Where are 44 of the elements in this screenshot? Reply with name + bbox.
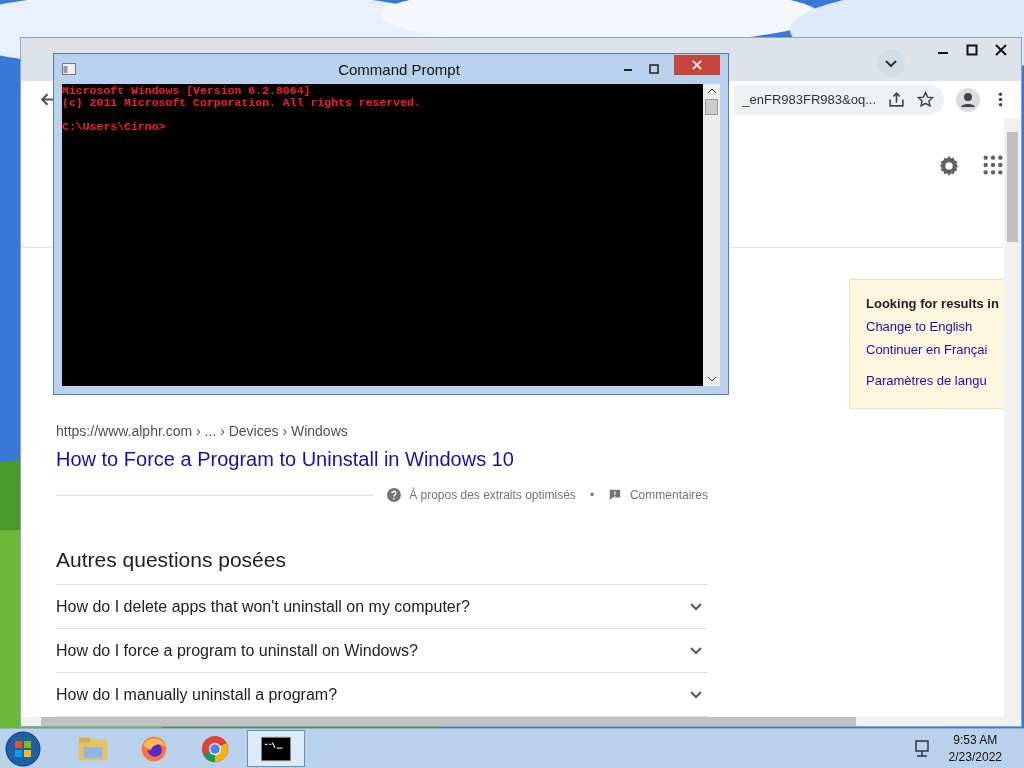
feedback-link[interactable]: Commentaires: [629, 488, 708, 502]
result-url: https://www.alphr.com › ... › Devices › Windows: [56, 423, 349, 439]
window-title: Command Prompt: [337, 60, 461, 78]
console-line: Microsoft Windows [Version 6.2.8064]: [62, 85, 312, 97]
question-item[interactable]: How do I delete apps that won't uninstall on my computer?: [56, 585, 708, 629]
back-icon[interactable]: [39, 91, 56, 108]
console-scrollbar[interactable]: [703, 84, 720, 386]
result-link[interactable]: How to Force a Program to Uninstall in Windows 10: [56, 448, 708, 471]
maximize-icon[interactable]: [648, 63, 660, 75]
address-field[interactable]: _enFR983FR983&oq...: [734, 84, 944, 115]
language-link[interactable]: Change to English: [866, 319, 1004, 334]
scroll-down-icon[interactable]: [706, 375, 717, 383]
scroll-thumb[interactable]: [705, 99, 718, 115]
section-heading: Autres questions posées: [56, 548, 708, 585]
close-button[interactable]: [674, 55, 720, 75]
maximize-icon[interactable]: [966, 43, 978, 56]
language-link[interactable]: Continuer en Françai: [866, 342, 1004, 357]
tab-list-icon[interactable]: [877, 48, 905, 77]
settings-icon[interactable]: [938, 154, 960, 176]
language-link[interactable]: Paramètres de langu: [866, 373, 1004, 388]
panel-heading: Looking for results in: [866, 296, 1000, 311]
separator-dot: •: [589, 488, 595, 502]
console-line: C:\Users\Cirno>: [62, 121, 167, 133]
chrome-icon: [200, 734, 230, 763]
terminal-icon: [261, 734, 291, 763]
clock[interactable]: 9:53 AM 2/23/2022: [948, 731, 1002, 766]
fox-globe-icon: [139, 734, 169, 763]
start-button[interactable]: [5, 730, 41, 767]
close-icon[interactable]: [995, 43, 1007, 56]
console-icon: [62, 63, 76, 75]
question-item[interactable]: How do I force a program to uninstall on Windows?: [56, 629, 708, 673]
vertical-scrollbar[interactable]: [1004, 118, 1021, 717]
feedback-icon[interactable]: [608, 488, 622, 502]
share-icon[interactable]: [888, 91, 905, 108]
taskbar-app[interactable]: [247, 730, 305, 767]
horizontal-scrollbar[interactable]: [21, 717, 1021, 726]
close-icon: [692, 60, 702, 70]
profile-icon[interactable]: [956, 87, 980, 112]
scroll-up-icon[interactable]: [706, 87, 717, 95]
star-icon[interactable]: [917, 91, 934, 108]
console-line: (c) 2011 Microsoft Corporation. All rights reserved.: [62, 97, 422, 109]
about-link[interactable]: À propos des extraits optimisés: [409, 488, 576, 502]
apps-icon[interactable]: [982, 154, 1004, 176]
help-icon[interactable]: [387, 488, 402, 502]
